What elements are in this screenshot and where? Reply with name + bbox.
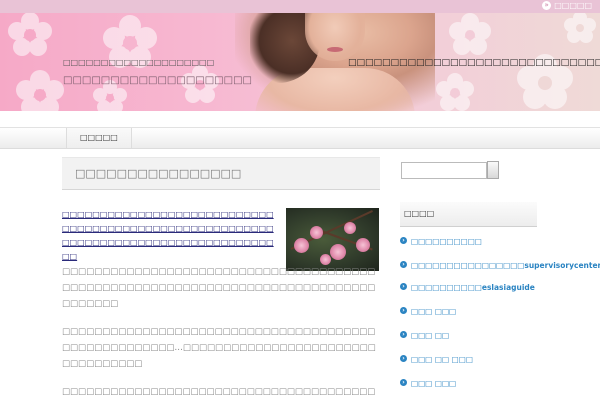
sidebar-item-label: □□□ □□□	[411, 379, 457, 388]
chevron-right-icon: ›	[400, 355, 407, 362]
site-subtitle: □□□□□□□□□□□□□□□□□□□□	[63, 58, 215, 67]
sidebar-item-label: □□□ □□	[411, 331, 450, 340]
top-bar-link-label: □□□□□	[554, 1, 592, 10]
sidebar-item[interactable]: › □□□□□□□□□□eslasiaguide	[400, 282, 540, 293]
top-bar-link[interactable]: » □□□□□	[542, 1, 592, 10]
sidebar-widget-title: □□□□	[404, 209, 435, 218]
image-blossom	[344, 222, 356, 234]
image-blossom	[294, 238, 309, 253]
post-paragraph: □□□□□□□□□□□□□□□□□□□□□□□□□□□□□□□□□□□□□□□□…	[62, 327, 376, 369]
header-tagline: □□□□□□□□□□□□□□□□□□□□□□□□□□□□□□□□	[348, 58, 600, 68]
sidebar-item-label: □□□□□□□□□□eslasiaguide	[411, 283, 535, 292]
sidebar-item[interactable]: › □□□□□□□□□□□□□□□□supervisorycenter	[400, 260, 600, 271]
post-title: □□□□□□□□□□□□□□□□	[75, 167, 242, 180]
post-image	[286, 208, 379, 271]
chevron-right-icon: ›	[400, 331, 407, 338]
main-nav: □□□□□	[0, 127, 600, 149]
sidebar-item-label: □□□ □□ □□□	[411, 355, 473, 364]
sidebar-list: › □□□□□□□□□□ › □□□□□□□□□□□□□□□□supervisory…	[400, 236, 600, 389]
site-title[interactable]: □□□□□□□□□□□□□□□□□□□□	[63, 75, 252, 86]
header-photo-lips	[327, 47, 343, 52]
header-banner: □□□□□□□□□□□□□□□□□□□□ □□□□□□□□□□□□□□□□□□□…	[0, 13, 600, 111]
sidebar-item-label: □□□□□□□□□□	[411, 237, 482, 246]
sidebar-item[interactable]: › □□□ □□□	[400, 378, 540, 389]
chevron-right-icon: ›	[400, 237, 407, 244]
image-blossom	[310, 226, 323, 239]
search-button[interactable]	[487, 161, 499, 179]
sidebar-item[interactable]: › □□□ □□ □□□	[400, 354, 540, 365]
sidebar-item[interactable]: › □□□□□□□□□□	[400, 236, 540, 247]
image-blossom	[330, 244, 346, 260]
arrow-right-icon: »	[542, 1, 552, 10]
chevron-right-icon: ›	[400, 379, 407, 386]
post-paragraph: □□□□□□□□□□□□□□□□□□□□□□□□□□□□□□□□□□□□□□□□…	[62, 267, 376, 309]
sidebar-item-label: □□□□□□□□□□□□□□□□supervisorycenter	[411, 261, 600, 270]
sidebar-item-label: □□□ □□□	[411, 307, 457, 316]
chevron-right-icon: ›	[400, 283, 407, 290]
nav-item-home[interactable]: □□□□□	[66, 128, 132, 148]
image-blossom	[356, 238, 370, 252]
sidebar-item[interactable]: › □□□ □□	[400, 330, 540, 341]
search-input[interactable]	[401, 162, 487, 179]
post-title-bar: □□□□□□□□□□□□□□□□	[62, 157, 380, 190]
chevron-right-icon: ›	[400, 307, 407, 314]
post-paragraph: □□□□□□□□□□□□□□□□□□□□□□□□□□□□□□□□□□□□□□□	[62, 387, 376, 397]
chevron-right-icon: ›	[400, 261, 407, 268]
sidebar-widget-header: □□□□	[400, 202, 537, 227]
top-bar: » □□□□□	[0, 0, 600, 13]
post-intro-link[interactable]: □□□□□□□□□□□□□□□□□□□□□□□□□□□□□□□□□□□□□□□□…	[62, 208, 280, 264]
sidebar-item[interactable]: › □□□ □□□	[400, 306, 540, 317]
